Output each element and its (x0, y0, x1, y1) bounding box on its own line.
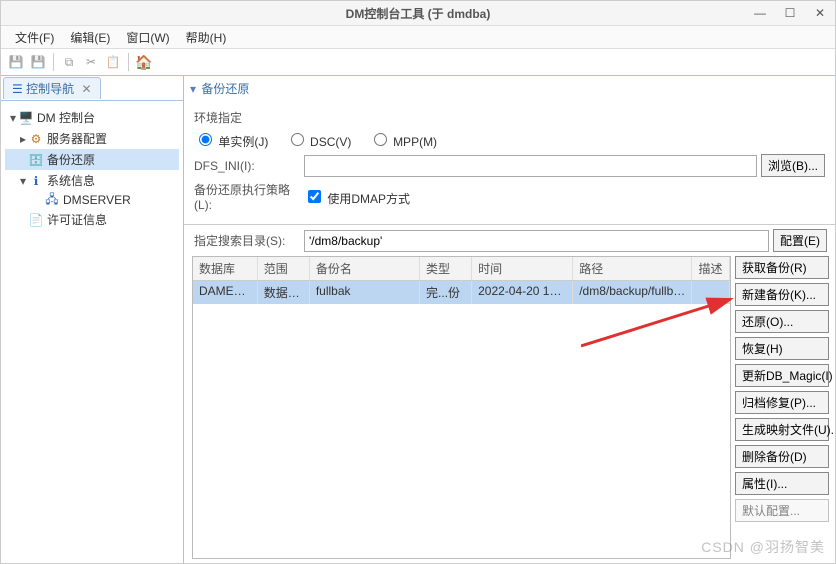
left-panel: ☰ 控制导航 ✕ ▾🖥️DM 控制台 ▸⚙服务器配置 🗄备份还原 ▾ℹ系统信息 … (1, 76, 184, 563)
env-label: 环境指定 (194, 109, 242, 126)
col-scope[interactable]: 范围 (258, 257, 310, 280)
nav-tab[interactable]: ☰ 控制导航 ✕ (3, 77, 101, 99)
tree-root[interactable]: ▾🖥️DM 控制台 (5, 107, 179, 128)
update-dbmagic-button[interactable]: 更新DB_Magic(I) (735, 364, 829, 387)
toolbar-cut-icon[interactable]: ✂ (82, 53, 100, 71)
minimize-icon[interactable]: — (745, 1, 775, 25)
policy-label: 备份还原执行策略(L): (194, 181, 304, 212)
menu-help[interactable]: 帮助(H) (178, 27, 235, 48)
get-backup-button[interactable]: 获取备份(R) (735, 256, 829, 279)
section-toggle-icon[interactable]: ▾ (190, 82, 196, 96)
backup-grid: 数据库 范围 备份名 类型 时间 路径 描述 DAMENG 数据...份 ful… (192, 256, 731, 559)
right-panel: ▾ 备份还原 环境指定 单实例(J) DSC(V) MPP(M) DFS_INI… (184, 76, 835, 563)
dfsini-label: DFS_INI(I): (194, 159, 304, 173)
close-icon[interactable]: ✕ (805, 1, 835, 25)
title-bar: DM控制台工具 (于 dmdba) — ☐ ✕ (1, 1, 835, 26)
col-desc[interactable]: 描述 (692, 257, 730, 280)
side-button-bar: 获取备份(R) 新建备份(K)... 还原(O)... 恢复(H) 更新DB_M… (731, 252, 835, 563)
section-header: ▾ 备份还原 (184, 76, 835, 101)
radio-mpp[interactable]: MPP(M) (369, 135, 437, 149)
delete-backup-button[interactable]: 删除备份(D) (735, 445, 829, 468)
table-row[interactable]: DAMENG 数据...份 fullbak 完...份 2022-04-20 1… (193, 281, 730, 304)
tree-backup-restore[interactable]: 🗄备份还原 (5, 149, 179, 170)
gen-mapfile-button[interactable]: 生成映射文件(U)... (735, 418, 829, 441)
col-type[interactable]: 类型 (420, 257, 472, 280)
radio-dsc[interactable]: DSC(V) (286, 135, 352, 149)
nav-tab-close-icon[interactable]: ✕ (81, 82, 91, 96)
menu-window[interactable]: 窗口(W) (118, 27, 177, 48)
menu-edit[interactable]: 编辑(E) (62, 27, 118, 48)
recover-button[interactable]: 恢复(H) (735, 337, 829, 360)
env-radio-group: 单实例(J) DSC(V) MPP(M) (194, 130, 451, 150)
toolbar-home-icon[interactable]: 🏠 (135, 53, 153, 71)
search-dir-input[interactable] (304, 230, 769, 252)
col-db[interactable]: 数据库 (193, 257, 258, 280)
col-name[interactable]: 备份名 (310, 257, 420, 280)
browse-button[interactable]: 浏览(B)... (761, 154, 825, 177)
menu-file[interactable]: 文件(F) (7, 27, 62, 48)
radio-single[interactable]: 单实例(J) (194, 135, 268, 149)
restore-button[interactable]: 还原(O)... (735, 310, 829, 333)
archive-repair-button[interactable]: 归档修复(P)... (735, 391, 829, 414)
tree-license-info[interactable]: 📄许可证信息 (5, 209, 179, 230)
new-backup-button[interactable]: 新建备份(K)... (735, 283, 829, 306)
properties-button[interactable]: 属性(I)... (735, 472, 829, 495)
watermark: CSDN @羽扬智美 (701, 537, 825, 557)
nav-tree: ▾🖥️DM 控制台 ▸⚙服务器配置 🗄备份还原 ▾ℹ系统信息 🖧DMSERVER… (1, 101, 183, 236)
config-button[interactable]: 配置(E) (773, 229, 827, 252)
menu-bar: 文件(F) 编辑(E) 窗口(W) 帮助(H) (1, 26, 835, 49)
dmap-checkbox[interactable]: 使用DMAP方式 (304, 187, 410, 207)
toolbar-paste-icon[interactable]: 📋 (104, 53, 122, 71)
col-path[interactable]: 路径 (573, 257, 692, 280)
search-dir-label: 指定搜索目录(S): (194, 232, 304, 249)
toolbar-save-icon[interactable]: 💾 (7, 53, 25, 71)
tree-system-info[interactable]: ▾ℹ系统信息 (5, 170, 179, 191)
maximize-icon[interactable]: ☐ (775, 1, 805, 25)
col-time[interactable]: 时间 (472, 257, 573, 280)
toolbar-saveall-icon[interactable]: 💾 (29, 53, 47, 71)
window-title: DM控制台工具 (于 dmdba) (346, 5, 491, 22)
toolbar-copy-icon[interactable]: ⧉ (60, 53, 78, 71)
more-button[interactable]: 默认配置... (735, 499, 829, 522)
tool-bar: 💾 💾 ⧉ ✂ 📋 🏠 (1, 49, 835, 76)
tree-dmserver[interactable]: 🖧DMSERVER (5, 191, 179, 209)
dfsini-input[interactable] (304, 155, 757, 177)
grid-header: 数据库 范围 备份名 类型 时间 路径 描述 (193, 257, 730, 281)
tree-server-config[interactable]: ▸⚙服务器配置 (5, 128, 179, 149)
